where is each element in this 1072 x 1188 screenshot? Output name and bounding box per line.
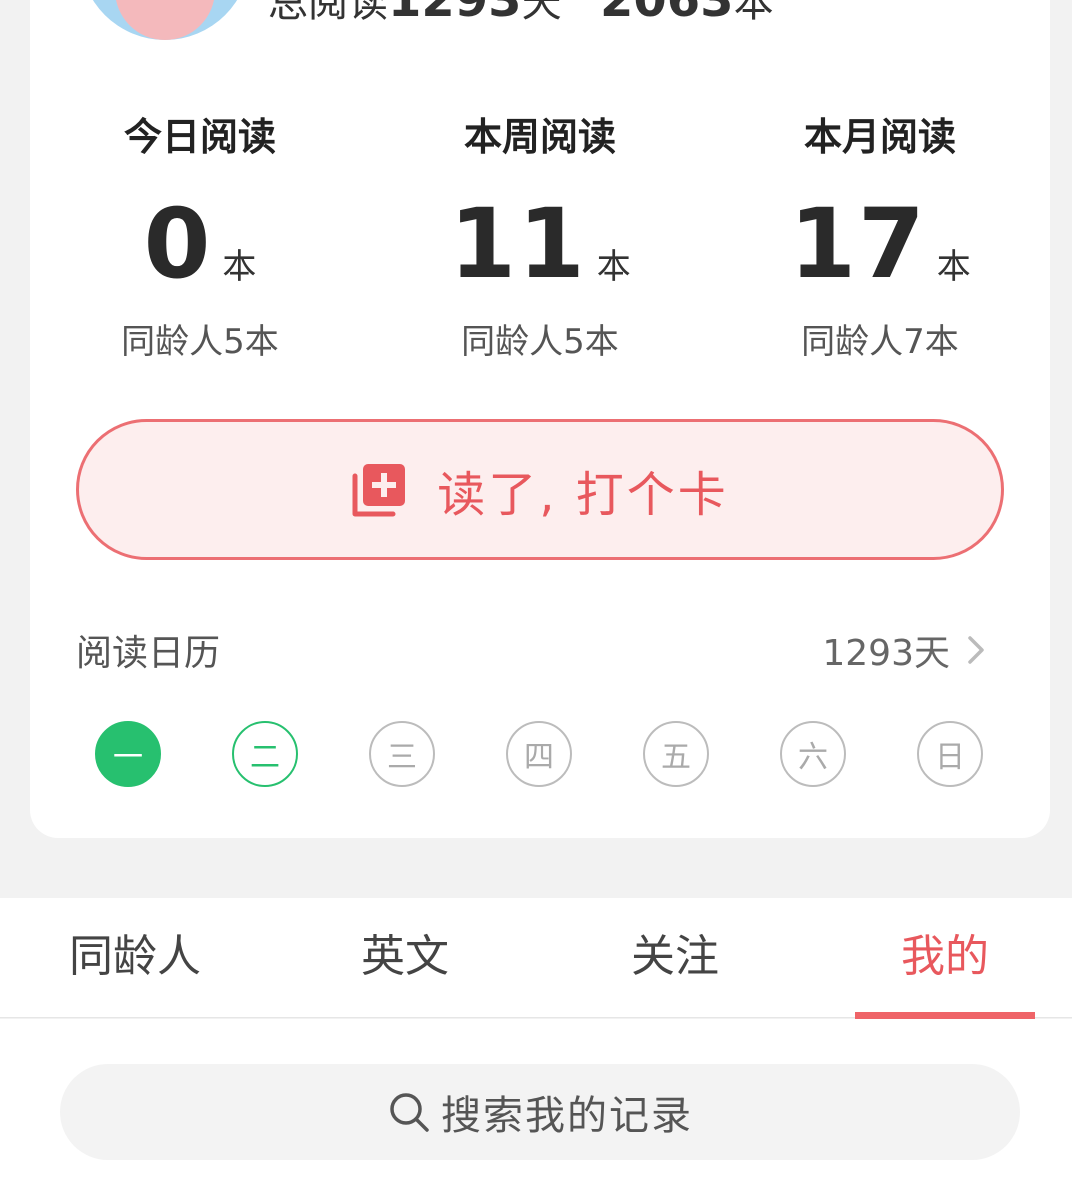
chevron-right-icon bbox=[968, 636, 984, 664]
weekday-tue[interactable]: 二 bbox=[232, 721, 298, 787]
total-days-unit: 天 bbox=[521, 0, 562, 26]
avatar-figure bbox=[115, 0, 215, 40]
total-books-value: 2063 bbox=[600, 0, 734, 28]
weekday-mon[interactable]: 一 bbox=[95, 721, 161, 787]
stat-peer-comparison: 同龄人5本 bbox=[121, 322, 279, 362]
tab-bar: 同龄人 英文 关注 我的 bbox=[0, 898, 1072, 1018]
reading-days-count: 1293天 bbox=[822, 633, 950, 674]
weekday-sun[interactable]: 日 bbox=[917, 721, 983, 787]
add-book-icon bbox=[351, 462, 407, 518]
reading-calendar-label: 阅读日历 bbox=[76, 633, 221, 674]
total-books-unit: 本 bbox=[733, 0, 774, 26]
tab-mine[interactable]: 我的 bbox=[860, 898, 1030, 1018]
avatar[interactable] bbox=[80, 0, 250, 40]
search-section: 搜索我的记录 bbox=[0, 1019, 1072, 1188]
stat-title: 今日阅读 bbox=[123, 115, 276, 159]
stat-title: 本月阅读 bbox=[803, 115, 956, 159]
search-icon bbox=[390, 1093, 429, 1132]
reading-calendar-link[interactable]: 1293天 bbox=[822, 624, 988, 676]
checkin-label: 读了, 打个卡 bbox=[437, 466, 729, 523]
weekday-wed[interactable]: 三 bbox=[369, 721, 435, 787]
stat-month: 本月阅读 17 本 同龄人7本 bbox=[720, 110, 1040, 363]
weekday-thu[interactable]: 四 bbox=[506, 721, 572, 787]
stat-peer-comparison: 同龄人7本 bbox=[801, 322, 959, 362]
stat-unit: 本 bbox=[596, 247, 631, 287]
tab-following[interactable]: 关注 bbox=[590, 898, 760, 1018]
search-input[interactable]: 搜索我的记录 bbox=[60, 1064, 1020, 1160]
search-placeholder: 搜索我的记录 bbox=[441, 1093, 693, 1139]
total-days-value: 1293 bbox=[388, 0, 522, 28]
total-days-label: 总阅读 bbox=[268, 0, 388, 26]
checkin-button[interactable]: 读了, 打个卡 bbox=[76, 419, 1004, 560]
weekday-fri[interactable]: 五 bbox=[643, 721, 709, 787]
tab-peers[interactable]: 同龄人 bbox=[50, 898, 220, 1018]
active-tab-indicator bbox=[855, 1012, 1035, 1019]
stat-value: 17 bbox=[789, 188, 927, 300]
weekday-sat[interactable]: 六 bbox=[780, 721, 846, 787]
total-books-read: 2063本 bbox=[600, 0, 774, 28]
stat-unit: 本 bbox=[936, 247, 971, 287]
stat-week: 本周阅读 11 本 同龄人5本 bbox=[380, 110, 700, 363]
total-reading-days: 总阅读1293天 bbox=[268, 0, 562, 28]
stat-peer-comparison: 同龄人5本 bbox=[461, 322, 619, 362]
stat-value: 0 bbox=[143, 188, 213, 300]
stat-value: 11 bbox=[449, 188, 587, 300]
stat-title: 本周阅读 bbox=[463, 115, 616, 159]
stat-today: 今日阅读 0 本 同龄人5本 bbox=[40, 110, 360, 363]
stat-unit: 本 bbox=[222, 247, 257, 287]
tab-english[interactable]: 英文 bbox=[320, 898, 490, 1018]
